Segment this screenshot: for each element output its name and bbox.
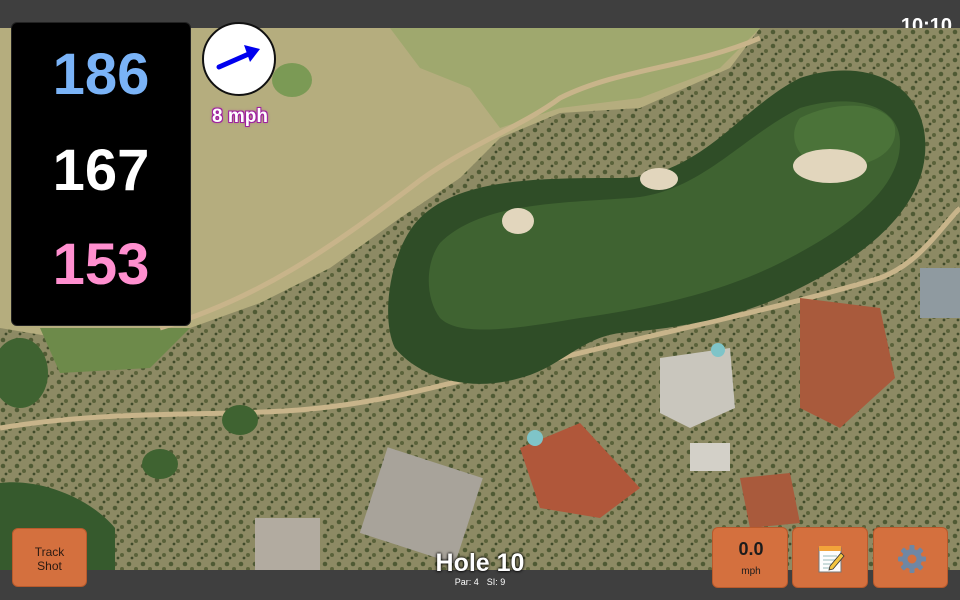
speed-unit: mph bbox=[741, 566, 761, 577]
hole-meta: Par: 4 SI: 9 bbox=[380, 577, 580, 588]
hole-info: Hole 10 Par: 4 SI: 9 bbox=[380, 549, 580, 588]
gear-icon bbox=[898, 545, 926, 573]
hole-title: Hole 10 bbox=[435, 549, 525, 577]
notes-button[interactable] bbox=[792, 527, 868, 588]
track-shot-label-line2: Shot bbox=[37, 559, 62, 573]
notepad-icon bbox=[818, 546, 845, 573]
middle-yardage: 167 bbox=[52, 138, 150, 203]
wind-speed-label: 8 mph bbox=[212, 106, 268, 127]
settings-button[interactable] bbox=[873, 527, 948, 588]
hole-stroke-index: SI: 9 bbox=[486, 577, 506, 587]
hole-par: Par: 4 bbox=[454, 577, 479, 587]
wind-indicator[interactable] bbox=[202, 22, 276, 96]
speed-value: 0.0 bbox=[738, 539, 764, 559]
back-yardage: 186 bbox=[52, 42, 150, 107]
front-yardage: 153 bbox=[52, 232, 150, 297]
track-shot-label-line1: Track bbox=[34, 545, 65, 559]
track-shot-button[interactable]: Track Shot bbox=[12, 528, 87, 587]
speed-button[interactable]: 0.0 mph bbox=[712, 527, 788, 588]
wind-arrow-icon bbox=[216, 45, 260, 70]
yardage-panel: 186 167 153 bbox=[11, 22, 191, 326]
